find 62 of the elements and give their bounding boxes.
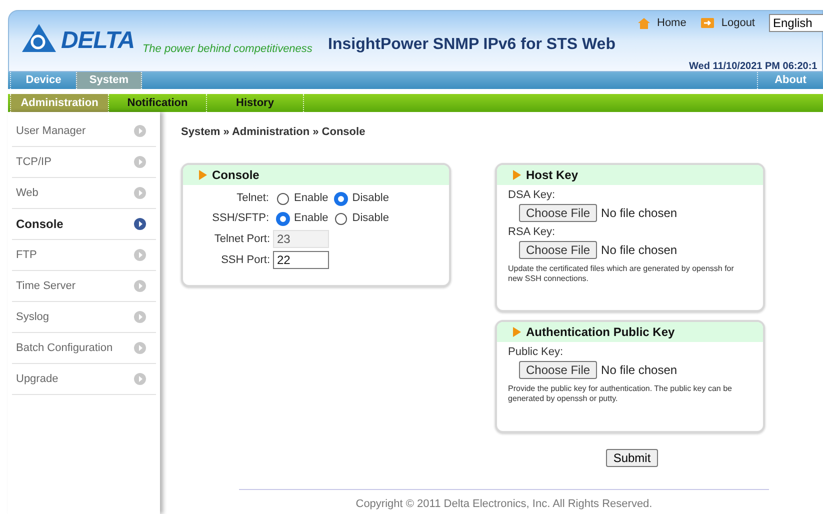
sidebar-item[interactable]: Web (12, 178, 156, 209)
sidebar-item[interactable]: Batch Configuration (12, 333, 156, 364)
radio-button[interactable] (277, 192, 289, 204)
file-status: No file chosen (601, 204, 678, 222)
arrow-circle-icon (134, 280, 146, 292)
panel-title: Host Key (526, 166, 578, 184)
header-link[interactable]: Home (657, 15, 686, 32)
choose-file-button[interactable]: Choose File (519, 240, 598, 258)
language-select[interactable]: English (769, 14, 823, 32)
arrow-circle-icon (134, 187, 146, 199)
radio-label: Disable (352, 211, 389, 226)
radio-label: Enable (294, 211, 328, 226)
file-status: No file chosen (601, 362, 678, 378)
arrow-circle-icon (134, 125, 146, 137)
tagline: The power behind competitiveness (142, 42, 312, 56)
arrow-circle-icon (134, 156, 146, 168)
field-label: RSA Key: (508, 224, 556, 238)
sidebar-item[interactable]: User Manager (12, 116, 156, 147)
help-text: Update the certificated files which are generated by openssh for new SSH connections. (508, 264, 735, 284)
arrow-circle-icon (134, 249, 146, 261)
field-label: Public Key: (508, 344, 564, 358)
choose-file-button[interactable]: Choose File (519, 360, 598, 378)
sidebar-item[interactable]: Console (12, 209, 156, 240)
choose-file-button[interactable]: Choose File (519, 204, 598, 222)
radio-label: Disable (352, 191, 389, 206)
panel-title: Authentication Public Key (526, 324, 675, 340)
sub-nav-tab[interactable]: History (206, 94, 304, 112)
sidebar-item[interactable]: Upgrade (12, 364, 156, 395)
field-label: SSH Port: (220, 252, 271, 268)
sidebar-item[interactable]: Syslog (12, 302, 156, 333)
radio-button[interactable] (277, 212, 289, 224)
copyright-text: Copyright © 2011 Delta Electronics, Inc. All Rights Reserved. (356, 498, 652, 510)
sidebar-item[interactable]: TCP/IP (12, 147, 156, 178)
field-label: Telnet: (236, 191, 270, 206)
breadcrumb: System » Administration » Console (181, 125, 366, 140)
field-label: DSA Key: (508, 188, 556, 202)
field-label: SSH/SFTP: (211, 211, 270, 226)
page-title: InsightPower SNMP IPv6 for STS Web (328, 35, 616, 55)
sidebar-item[interactable]: Time Server (12, 271, 156, 302)
file-status: No file chosen (601, 242, 678, 258)
field-label: Telnet Port: (213, 232, 271, 247)
radio-button[interactable] (335, 212, 348, 224)
triangle-icon (513, 170, 521, 180)
help-text: Provide the public key for authentication. The public key can be generated by openssh or putty. (508, 384, 733, 404)
arrow-circle-icon (134, 311, 146, 323)
radio-button[interactable] (335, 192, 348, 204)
house-icon (637, 16, 651, 30)
arrow-circle-icon (134, 218, 146, 230)
panel-title: Console (212, 166, 260, 184)
triangle-icon (199, 170, 207, 180)
datetime: Wed 11/10/2021 PM 06:20:1 (689, 60, 818, 74)
radio-label: Enable (294, 191, 328, 206)
logo-text: DELTA (61, 29, 134, 53)
arrow-circle-icon (134, 342, 146, 354)
port-field[interactable]: 22 (273, 251, 329, 269)
sidebar-item[interactable]: FTP (12, 240, 156, 271)
header-link[interactable]: Logout (721, 15, 755, 32)
arrow-circle-icon (134, 373, 146, 385)
triangle-icon (513, 326, 521, 336)
logo-icon (21, 23, 57, 53)
submit-button[interactable]: Submit (606, 448, 658, 466)
exit-icon (700, 17, 716, 30)
